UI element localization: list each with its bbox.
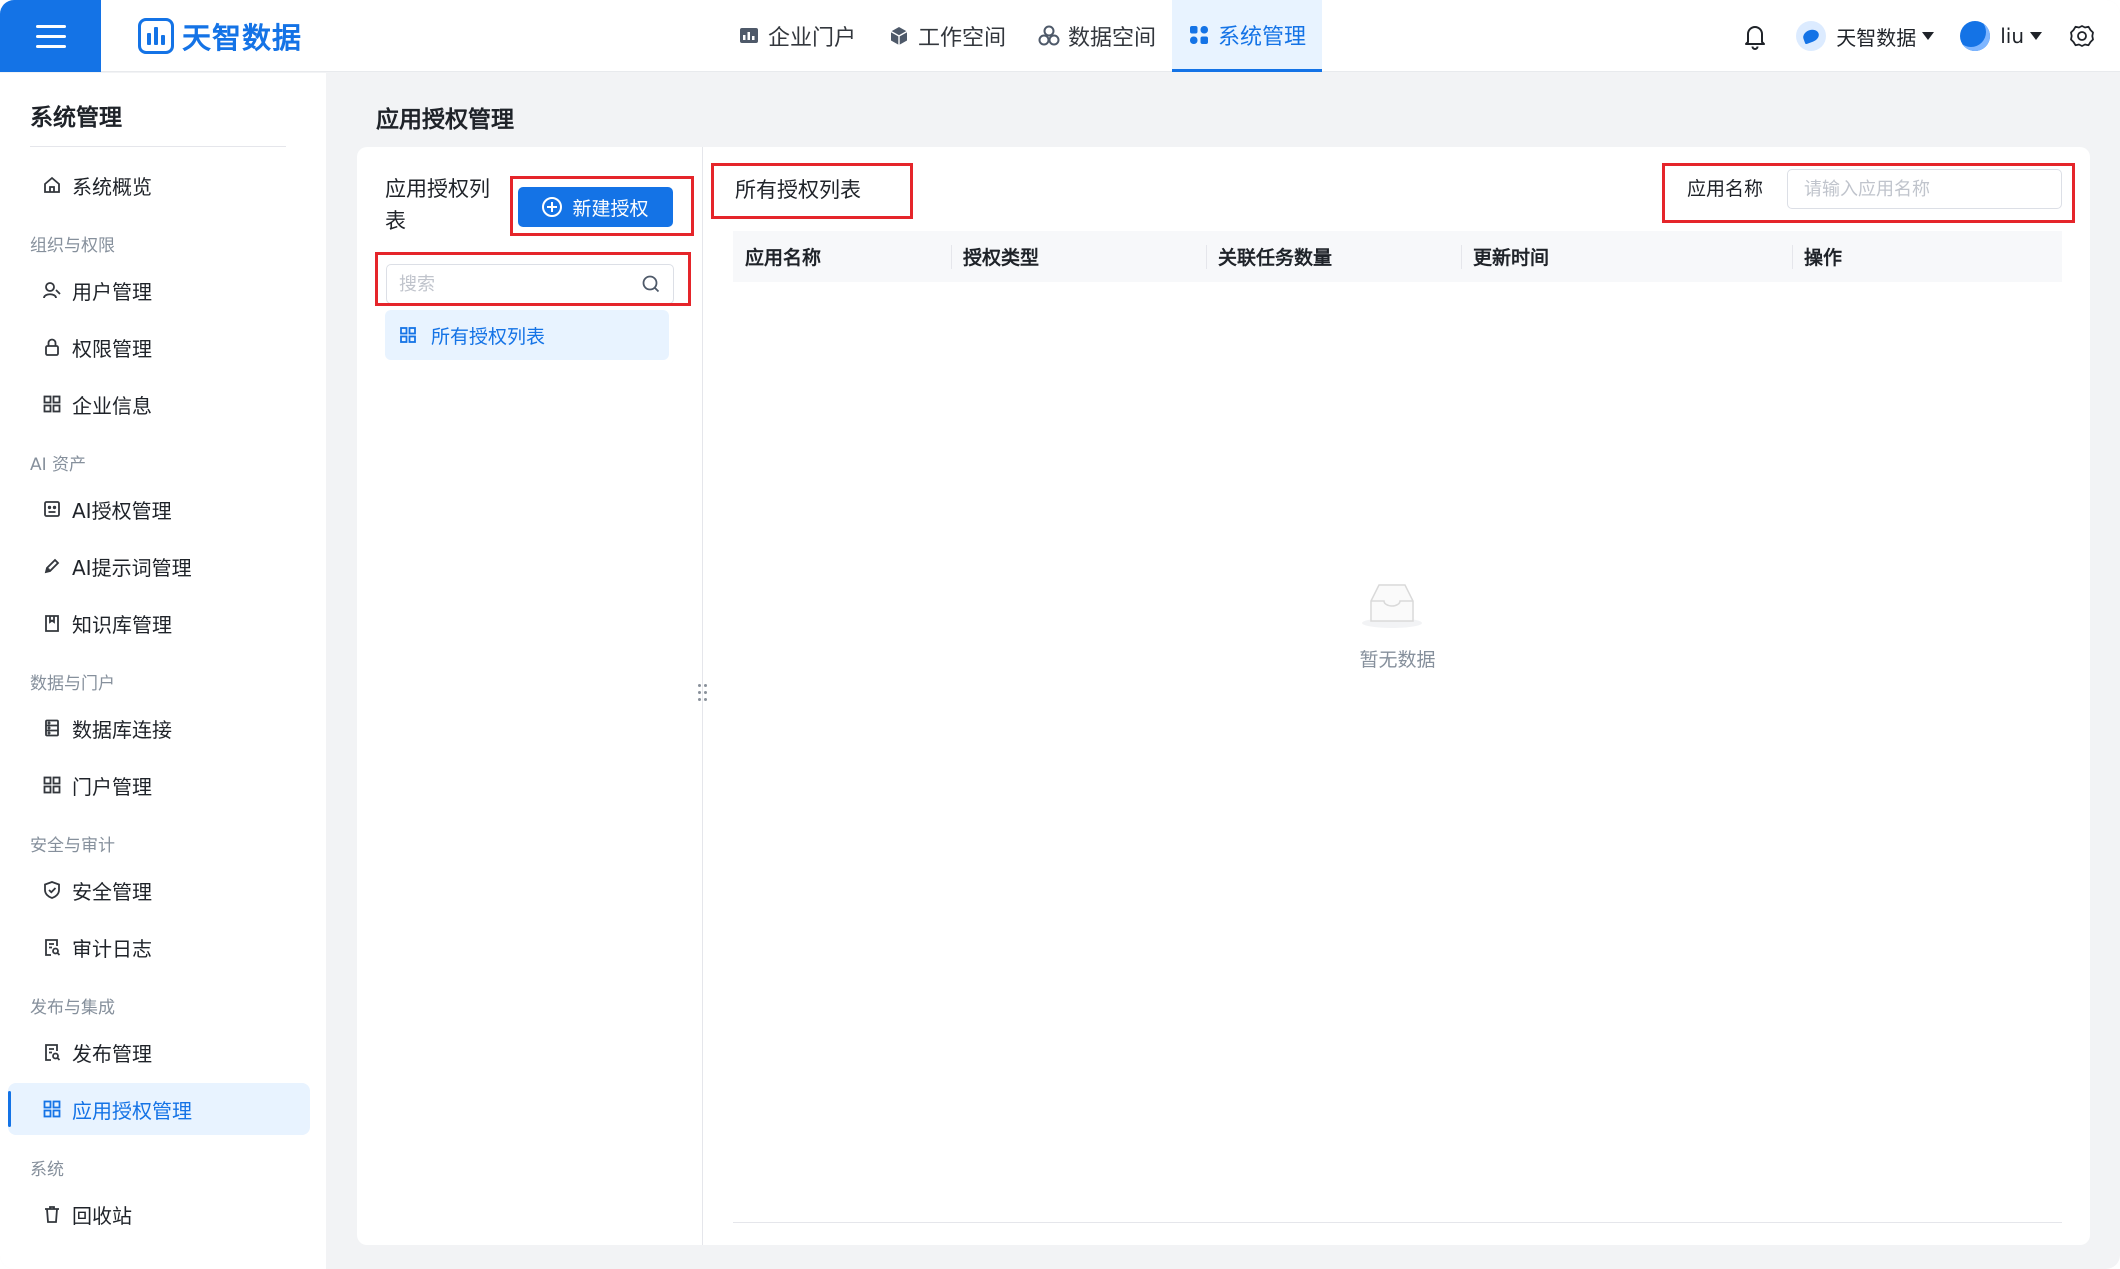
trash-icon <box>45 1206 59 1223</box>
sidebar-item-label: 门户管理 <box>72 774 152 799</box>
robot-icon <box>44 501 60 517</box>
app-logo[interactable]: 天智数据 <box>138 16 302 56</box>
org-name: 天智数据 <box>1836 25 1917 50</box>
user-name: liu <box>2000 24 2024 48</box>
bar-chart-icon <box>740 28 758 43</box>
user-avatar <box>1960 21 1991 51</box>
gear-icon[interactable] <box>2068 22 2096 50</box>
audit-icon <box>45 939 61 956</box>
sidebar-item-label: 数据库连接 <box>72 717 172 742</box>
sidebar-item-label: 回收站 <box>72 1203 132 1228</box>
sidebar-title: 系统管理 <box>30 105 122 131</box>
chevron-down-icon <box>1922 32 1935 40</box>
pen-icon <box>44 558 60 574</box>
sidebar-item-permissions[interactable]: 权限管理 <box>8 321 310 373</box>
header-actions: 天智数据 liu <box>1740 0 2120 72</box>
shield-icon <box>44 881 60 899</box>
sidebar-item-label: 发布管理 <box>72 1041 152 1066</box>
sidebar-item-knowledge[interactable]: 知识库管理 <box>8 597 310 649</box>
sidebar-item-label: AI提示词管理 <box>72 555 192 580</box>
home-icon <box>44 176 60 193</box>
auth-list-panel: 应用授权列表 新建授权 所有授权列表 <box>357 147 707 1245</box>
annotation-box-search <box>375 252 691 306</box>
sidebar-item-recycle[interactable]: 回收站 <box>8 1188 310 1240</box>
empty-state: 暂无数据 <box>733 231 2062 1223</box>
annotation-box-new-button <box>510 176 694 236</box>
sidebar-item-label: AI授权管理 <box>72 498 172 523</box>
nav-label: 工作空间 <box>918 26 1007 51</box>
cube-icon <box>890 27 908 45</box>
org-avatar <box>1796 21 1827 51</box>
sidebar-item-audit[interactable]: 审计日志 <box>8 921 310 973</box>
sidebar-item-db-connection[interactable]: 数据库连接 <box>8 702 310 754</box>
nav-enterprise-portal[interactable]: 企业门户 <box>722 0 872 72</box>
sidebar-divider <box>30 146 286 147</box>
apps-icon <box>43 1100 61 1118</box>
sidebar: 系统管理 系统概览 组织与权限 用户管理 权限管理 企业信息 AI 资产 AI授… <box>0 73 326 1269</box>
list-item-label: 所有授权列表 <box>431 325 546 348</box>
book-icon <box>45 615 59 632</box>
annotation-box-app-name-filter <box>1662 163 2075 223</box>
sidebar-item-users[interactable]: 用户管理 <box>8 264 310 316</box>
content-card: 应用授权列表 新建授权 所有授权列表 所有授权列表 应用名称 <box>357 147 2090 1245</box>
sidebar-item-overview[interactable]: 系统概览 <box>8 159 310 211</box>
page-title: 应用授权管理 <box>376 107 514 133</box>
grid-icon <box>1190 25 1209 44</box>
annotation-box-list-title <box>711 163 913 219</box>
auth-list-title: 应用授权列表 <box>385 177 490 233</box>
sidebar-item-ai-prompt[interactable]: AI提示词管理 <box>8 540 310 592</box>
nav-system-management[interactable]: 系统管理 <box>1172 0 1323 72</box>
nav-label: 系统管理 <box>1218 24 1307 50</box>
logo-text: 天智数据 <box>182 21 303 55</box>
empty-state-text: 暂无数据 <box>1359 649 1436 671</box>
cubes-icon <box>1038 25 1060 46</box>
panel-resize-handle[interactable] <box>697 683 709 703</box>
sidebar-group-ai: AI 资产 <box>30 455 87 475</box>
bell-icon[interactable] <box>1740 21 1770 51</box>
sidebar-item-enterprise[interactable]: 企业信息 <box>8 378 310 430</box>
sidebar-item-app-auth[interactable]: 应用授权管理 <box>8 1083 310 1135</box>
sidebar-item-label: 知识库管理 <box>72 612 172 637</box>
empty-inbox-icon <box>1362 584 1422 628</box>
sidebar-item-security[interactable]: 安全管理 <box>8 864 310 916</box>
sidebar-item-label: 应用授权管理 <box>72 1098 192 1123</box>
org-switcher[interactable]: 天智数据 <box>1796 21 1935 51</box>
sidebar-group-system: 系统 <box>30 1160 64 1180</box>
app-window: 天智数据 企业门户 工作空间 数据空间 系统管理 天智数据 liu 系统管理 系… <box>0 0 2120 1269</box>
sidebar-item-release[interactable]: 发布管理 <box>8 1026 310 1078</box>
nav-label: 企业门户 <box>768 26 857 51</box>
sidebar-item-label: 审计日志 <box>72 936 152 961</box>
authorizations-table: 应用名称 授权类型 关联任务数量 更新时间 操作 暂无数据 <box>733 231 2062 1223</box>
sidebar-item-label: 权限管理 <box>72 336 152 361</box>
sidebar-item-label: 企业信息 <box>72 393 152 418</box>
sidebar-item-label: 安全管理 <box>72 879 152 904</box>
sidebar-item-ai-auth[interactable]: AI授权管理 <box>8 483 310 535</box>
nav-dataspace[interactable]: 数据空间 <box>1022 0 1172 72</box>
user-menu[interactable]: liu <box>1960 21 2042 51</box>
sidebar-group-data: 数据与门户 <box>30 674 115 694</box>
nav-label: 数据空间 <box>1068 26 1157 51</box>
chevron-down-icon <box>2030 32 2042 40</box>
hamburger-menu-icon[interactable] <box>0 0 101 72</box>
publish-icon <box>45 1044 61 1061</box>
sidebar-group-org: 组织与权限 <box>30 236 115 256</box>
database-icon <box>45 719 59 737</box>
nav-workspace[interactable]: 工作空间 <box>872 0 1022 72</box>
apps-icon <box>400 327 416 343</box>
lock-icon <box>45 338 59 356</box>
apps-icon <box>43 395 61 413</box>
sidebar-item-label: 系统概览 <box>72 174 152 199</box>
sidebar-item-label: 用户管理 <box>72 279 152 304</box>
top-bar: 天智数据 企业门户 工作空间 数据空间 系统管理 天智数据 liu <box>0 0 2120 72</box>
sidebar-group-security: 安全与审计 <box>30 836 115 856</box>
user-icon <box>43 282 61 299</box>
logo-icon <box>138 18 174 54</box>
top-nav: 企业门户 工作空间 数据空间 系统管理 <box>722 0 1323 72</box>
apps-icon <box>43 776 61 794</box>
sidebar-item-portal[interactable]: 门户管理 <box>8 759 310 811</box>
sidebar-group-release: 发布与集成 <box>30 998 115 1018</box>
list-item-all-authorizations[interactable]: 所有授权列表 <box>385 310 669 360</box>
